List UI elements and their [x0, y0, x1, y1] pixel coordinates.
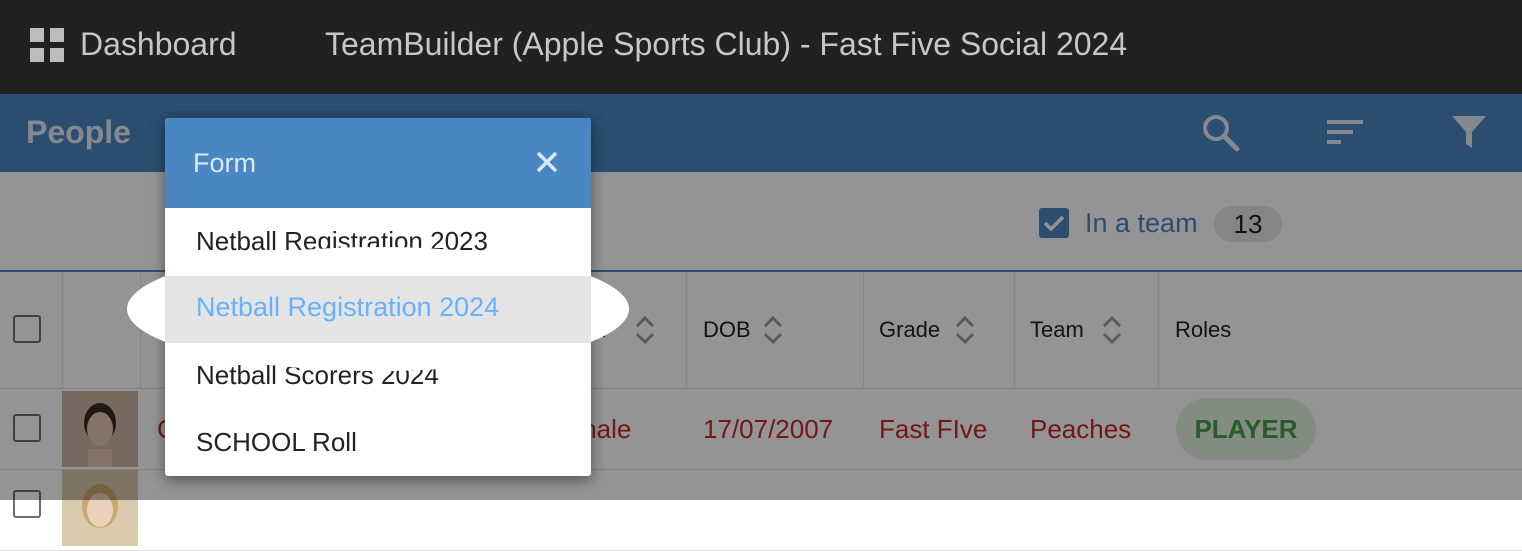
menu-item-form-highlighted[interactable]: Netball Registration 2024	[196, 292, 499, 323]
dashboard-grid-icon[interactable]	[30, 28, 66, 64]
menu-title: Form	[193, 148, 256, 178]
close-icon[interactable]	[533, 148, 561, 176]
menu-item-form[interactable]: SCHOOL Roll	[165, 409, 591, 476]
dashboard-link[interactable]: Dashboard	[80, 26, 237, 63]
app-title: TeamBuilder (Apple Sports Club) - Fast F…	[325, 26, 1128, 62]
